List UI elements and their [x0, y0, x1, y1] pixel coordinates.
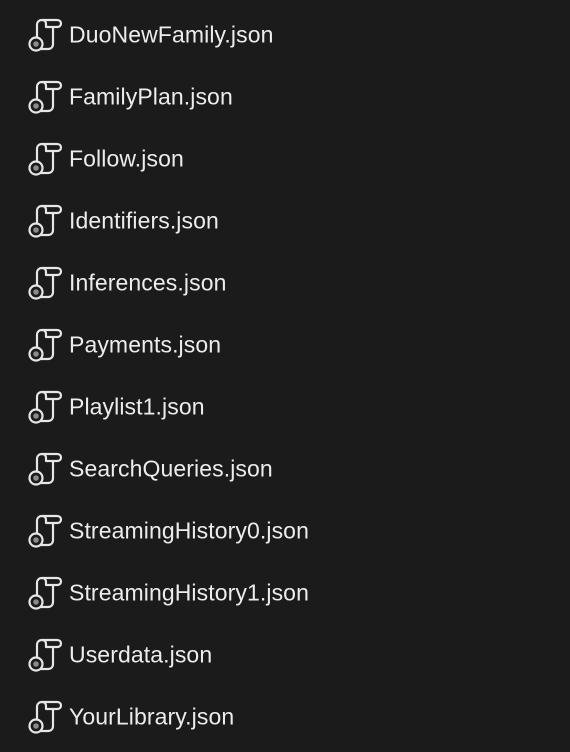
file-item[interactable]: Identifiers.json — [0, 190, 560, 252]
file-name: SearchQueries.json — [69, 455, 273, 482]
file-name: FamilyPlan.json — [69, 83, 233, 110]
file-list: DuoNewFamily.json FamilyPlan.json Follow… — [0, 0, 570, 752]
file-item[interactable]: Payments.json — [0, 314, 560, 376]
file-name: YourLibrary.json — [69, 703, 235, 730]
script-file-icon — [27, 699, 63, 735]
file-item[interactable]: Follow.json — [0, 128, 560, 190]
script-file-icon — [27, 637, 63, 673]
script-file-icon — [27, 513, 63, 549]
file-name: Payments.json — [69, 331, 222, 358]
file-name: Userdata.json — [69, 641, 213, 668]
script-file-icon — [27, 79, 63, 115]
file-item[interactable]: StreamingHistory1.json — [0, 562, 560, 624]
file-name: StreamingHistory0.json — [69, 517, 309, 544]
script-file-icon — [27, 265, 63, 301]
file-name: DuoNewFamily.json — [69, 21, 274, 48]
file-name: Follow.json — [69, 145, 184, 172]
file-item[interactable]: DuoNewFamily.json — [0, 4, 560, 66]
file-item[interactable]: Playlist1.json — [0, 376, 560, 438]
file-item[interactable]: Userdata.json — [0, 624, 560, 686]
file-name: Playlist1.json — [69, 393, 205, 420]
script-file-icon — [27, 327, 63, 363]
file-item[interactable]: FamilyPlan.json — [0, 66, 560, 128]
script-file-icon — [27, 17, 63, 53]
file-item[interactable]: SearchQueries.json — [0, 438, 560, 500]
script-file-icon — [27, 389, 63, 425]
script-file-icon — [27, 575, 63, 611]
file-item[interactable]: Inferences.json — [0, 252, 560, 314]
file-name: Inferences.json — [69, 269, 227, 296]
file-item[interactable]: StreamingHistory0.json — [0, 500, 560, 562]
file-item[interactable]: YourLibrary.json — [0, 686, 560, 748]
file-name: Identifiers.json — [69, 207, 219, 234]
file-name: StreamingHistory1.json — [69, 579, 309, 606]
script-file-icon — [27, 141, 63, 177]
script-file-icon — [27, 203, 63, 239]
script-file-icon — [27, 451, 63, 487]
